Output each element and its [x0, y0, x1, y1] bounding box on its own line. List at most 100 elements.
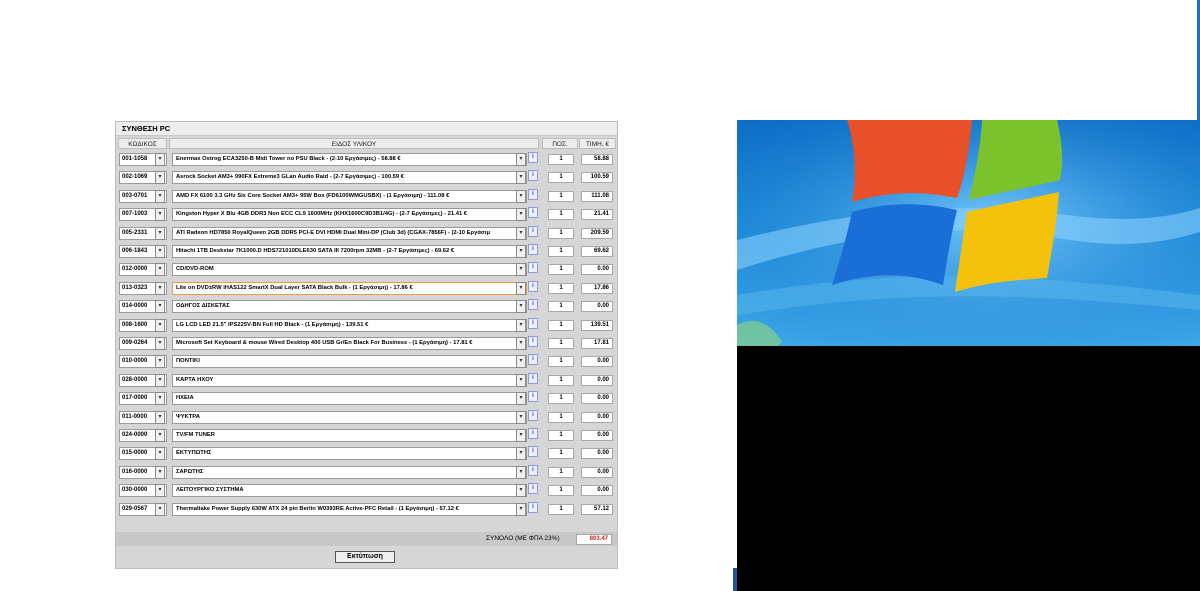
code-dropdown-arrow-icon[interactable]: ▾ [155, 189, 165, 203]
info-icon[interactable]: i [528, 428, 538, 439]
info-icon[interactable]: i [528, 464, 538, 476]
quantity-input[interactable]: 1 [548, 338, 574, 349]
item-select[interactable]: Microsoft Set Keyboard & mouse Wired Des… [172, 337, 527, 350]
item-dropdown-arrow-icon[interactable]: ▾ [516, 300, 526, 314]
item-dropdown-arrow-icon[interactable]: ▾ [516, 502, 526, 516]
item-select[interactable]: ΠΟΝΤΙΚΙ [172, 355, 527, 369]
info-icon[interactable]: i [528, 225, 538, 237]
item-dropdown-arrow-icon[interactable]: ▾ [516, 245, 526, 258]
item-select[interactable]: Hitachi 1TB Deskstar 7K1000.D HDS721010D… [172, 245, 527, 258]
quantity-input[interactable]: 1 [548, 282, 574, 294]
code-dropdown-arrow-icon[interactable]: ▾ [155, 429, 165, 442]
quantity-input[interactable]: 1 [548, 227, 574, 239]
info-icon[interactable]: i [528, 170, 538, 182]
info-icon[interactable]: i [528, 372, 538, 384]
item-dropdown-arrow-icon[interactable]: ▾ [516, 153, 526, 166]
item-dropdown-arrow-icon[interactable]: ▾ [516, 484, 526, 498]
item-dropdown-arrow-icon[interactable]: ▾ [516, 392, 526, 406]
info-icon[interactable]: i [528, 207, 538, 219]
item-dropdown-arrow-icon[interactable]: ▾ [516, 171, 526, 185]
quantity-input[interactable]: 1 [548, 503, 574, 515]
item-select[interactable]: ΕΚΤΥΠΩΤΗΣ [172, 447, 527, 461]
code-dropdown-arrow-icon[interactable]: ▾ [155, 502, 165, 516]
item-select[interactable]: Asrock Socket AM3+ 990FX Extreme3 GLan A… [172, 171, 527, 185]
item-dropdown-arrow-icon[interactable]: ▾ [516, 355, 526, 369]
code-dropdown-arrow-icon[interactable]: ▾ [155, 392, 165, 406]
item-dropdown-arrow-icon[interactable]: ▾ [516, 429, 526, 442]
item-dropdown-arrow-icon[interactable]: ▾ [516, 318, 526, 332]
item-dropdown-arrow-icon[interactable]: ▾ [516, 373, 526, 387]
info-icon[interactable]: i [528, 501, 538, 513]
code-dropdown-arrow-icon[interactable]: ▾ [155, 484, 165, 498]
code-dropdown-arrow-icon[interactable]: ▾ [155, 226, 165, 240]
item-dropdown-arrow-icon[interactable]: ▾ [516, 189, 526, 203]
item-dropdown-arrow-icon[interactable]: ▾ [516, 281, 526, 295]
info-icon[interactable]: i [528, 188, 538, 200]
code-dropdown-arrow-icon[interactable]: ▾ [155, 245, 165, 258]
print-button[interactable]: Εκτύπωση [335, 551, 395, 563]
item-select[interactable]: ΛΕΙΤΟΥΡΓΙΚΟ ΣΥΣΤΗΜΑ [172, 484, 527, 498]
info-icon[interactable]: i [528, 391, 538, 403]
item-select[interactable]: ΗΧΕΙΑ [172, 392, 527, 406]
item-select[interactable]: Lite on DVD±RW iHAS122 SmartX Dual Layer… [172, 281, 527, 295]
item-dropdown-arrow-icon[interactable]: ▾ [516, 447, 526, 461]
code-dropdown-arrow-icon[interactable]: ▾ [155, 373, 165, 387]
code-dropdown-arrow-icon[interactable]: ▾ [155, 300, 165, 314]
quantity-input[interactable]: 1 [548, 172, 574, 184]
code-dropdown-arrow-icon[interactable]: ▾ [155, 208, 165, 222]
quantity-input[interactable]: 1 [548, 209, 574, 221]
code-dropdown-arrow-icon[interactable]: ▾ [155, 465, 165, 479]
item-dropdown-arrow-icon[interactable]: ▾ [516, 337, 526, 350]
item-dropdown-arrow-icon[interactable]: ▾ [516, 263, 526, 277]
item-select[interactable]: Enermax Ostrog ECA3250-B Midi Tower no P… [172, 153, 527, 166]
quantity-input[interactable]: 1 [548, 190, 574, 202]
info-icon[interactable]: i [528, 483, 538, 495]
quantity-input[interactable]: 1 [548, 264, 574, 276]
info-icon[interactable]: i [528, 354, 538, 366]
quantity-input[interactable]: 1 [548, 374, 574, 386]
code-dropdown-arrow-icon[interactable]: ▾ [155, 153, 165, 166]
quantity-input[interactable]: 1 [548, 356, 574, 368]
quantity-input[interactable]: 1 [548, 466, 574, 478]
quantity-input[interactable]: 1 [548, 485, 574, 497]
quantity-input[interactable]: 1 [548, 301, 574, 313]
code-dropdown-arrow-icon[interactable]: ▾ [155, 410, 165, 424]
code-dropdown-arrow-icon[interactable]: ▾ [155, 281, 165, 295]
quantity-input[interactable]: 1 [548, 154, 574, 165]
quantity-input[interactable]: 1 [548, 319, 574, 331]
info-icon[interactable]: i [528, 446, 538, 458]
item-select[interactable]: LG LCD LED 21.5" IPS225V-BN Full HD Blac… [172, 318, 527, 332]
item-select[interactable]: CD/DVD-ROM [172, 263, 527, 277]
code-dropdown-arrow-icon[interactable]: ▾ [155, 337, 165, 350]
item-select[interactable]: TV/FM TUNER [172, 429, 527, 442]
item-select[interactable]: Kingston Hyper X Blu 4GB DDR3 Non ECC CL… [172, 208, 527, 222]
item-select[interactable]: AMD FX 6100 3.3 GHz Six Core Socket AM3+… [172, 189, 527, 203]
item-select[interactable]: Thermaltake Power Supply 630W ATX 24 pin… [172, 502, 527, 516]
item-dropdown-arrow-icon[interactable]: ▾ [516, 226, 526, 240]
item-select[interactable]: ATI Radeon HD7850 RoyalQueen 2GB DDR5 PC… [172, 226, 527, 240]
info-icon[interactable]: i [528, 317, 538, 329]
item-dropdown-arrow-icon[interactable]: ▾ [516, 410, 526, 424]
info-icon[interactable]: i [528, 280, 538, 292]
item-dropdown-arrow-icon[interactable]: ▾ [516, 208, 526, 222]
quantity-input[interactable]: 1 [548, 246, 574, 257]
item-select[interactable]: ΟΔΗΓΟΣ ΔΙΣΚΕΤΑΣ [172, 300, 527, 314]
code-dropdown-arrow-icon[interactable]: ▾ [155, 263, 165, 277]
info-icon[interactable]: i [528, 244, 538, 255]
quantity-input[interactable]: 1 [548, 411, 574, 423]
item-select[interactable]: ΨΥΚΤΡΑ [172, 410, 527, 424]
quantity-input[interactable]: 1 [548, 448, 574, 460]
info-icon[interactable]: i [528, 336, 538, 347]
quantity-input[interactable]: 1 [548, 430, 574, 441]
code-dropdown-arrow-icon[interactable]: ▾ [155, 355, 165, 369]
quantity-input[interactable]: 1 [548, 393, 574, 405]
info-icon[interactable]: i [528, 299, 538, 311]
code-dropdown-arrow-icon[interactable]: ▾ [155, 447, 165, 461]
info-icon[interactable]: i [528, 262, 538, 274]
info-icon[interactable]: i [528, 152, 538, 163]
item-select[interactable]: ΚΑΡΤΑ ΗΧΟΥ [172, 373, 527, 387]
item-dropdown-arrow-icon[interactable]: ▾ [516, 465, 526, 479]
item-select[interactable]: ΣΑΡΩΤΗΣ [172, 465, 527, 479]
info-icon[interactable]: i [528, 409, 538, 421]
code-dropdown-arrow-icon[interactable]: ▾ [155, 171, 165, 185]
